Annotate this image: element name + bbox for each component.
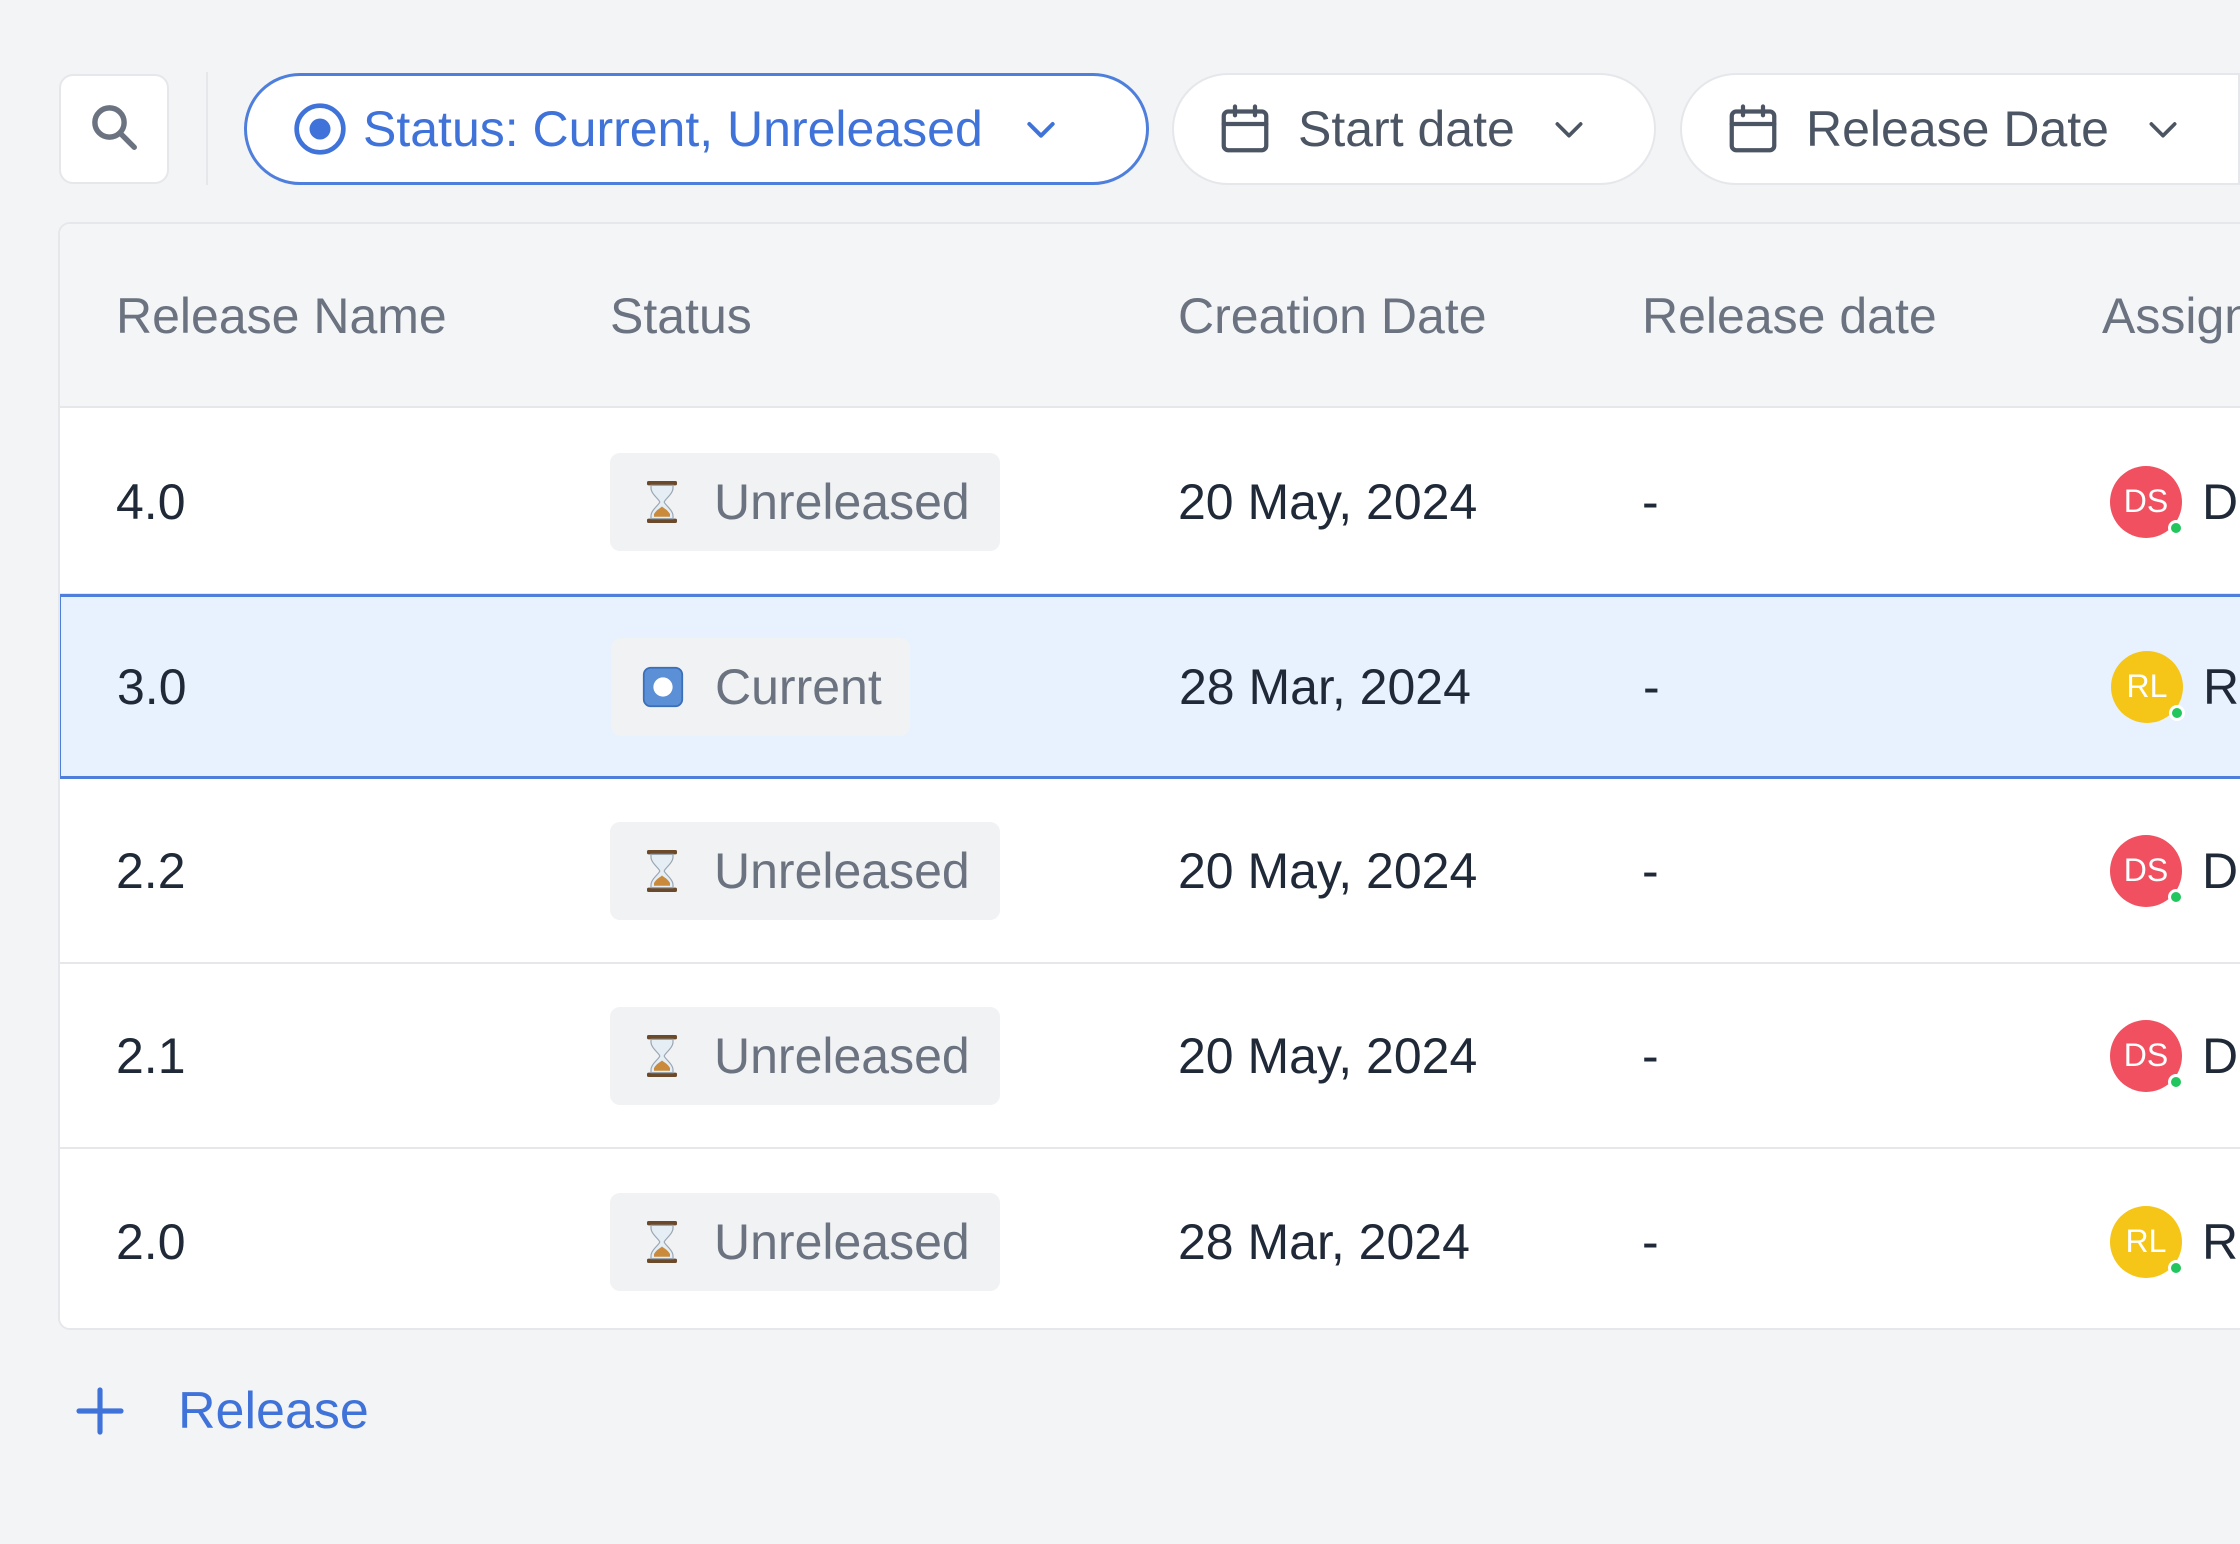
hourglass-icon <box>640 849 684 893</box>
release-name-cell: 3.0 <box>117 658 187 715</box>
calendar-icon <box>1212 99 1278 159</box>
release-name-cell: 2.2 <box>116 842 186 899</box>
status-badge[interactable]: Unreleased <box>610 452 1000 551</box>
status-badge[interactable]: Unreleased <box>610 821 1000 920</box>
status-cell: Unreleased <box>610 410 1000 593</box>
column-header-release-date[interactable]: Release date <box>1642 224 1937 408</box>
release-date-cell: - <box>1643 658 1660 715</box>
status-badge[interactable]: Current <box>611 637 910 736</box>
table-row[interactable]: 2.0 Unreleased 28 Mar, 2024 - RL R <box>60 1149 2240 1328</box>
release-date-filter-label: Release Date <box>1806 101 2109 157</box>
assignee-name: R <box>2202 1213 2239 1270</box>
hourglass-icon <box>640 480 684 524</box>
column-header-assignee[interactable]: Assign <box>2102 224 2240 408</box>
status-badge[interactable]: Unreleased <box>610 1006 1000 1105</box>
assignee-cell[interactable]: DS D <box>2110 964 2238 1147</box>
online-status-dot <box>2168 888 2184 905</box>
status-label: Unreleased <box>714 1027 970 1084</box>
chevron-down-icon <box>1549 109 1589 149</box>
assignee-name: R <box>2203 658 2240 715</box>
status-label: Current <box>715 658 882 715</box>
releases-view: Status: Current, Unreleased Start date R… <box>0 0 2240 1544</box>
online-status-dot <box>2168 1073 2184 1090</box>
calendar-icon <box>1720 99 1786 159</box>
status-cell: Unreleased <box>610 1149 1000 1328</box>
status-cell: Unreleased <box>610 779 1000 962</box>
assignee-name: D <box>2202 842 2239 899</box>
table-row[interactable]: 2.2 Unreleased 20 May, 2024 - DS D <box>60 779 2240 964</box>
assignee-cell[interactable]: RL R <box>2111 597 2239 776</box>
start-date-filter-label: Start date <box>1298 101 1515 157</box>
release-date-cell: - <box>1642 1027 1659 1084</box>
releases-table: Release Name Status Creation Date Releas… <box>58 222 2240 1330</box>
record-button-icon <box>641 665 685 709</box>
assignee-cell[interactable]: RL R <box>2110 1149 2239 1328</box>
creation-date-cell: 20 May, 2024 <box>1178 842 1478 899</box>
add-release-button[interactable]: Release <box>72 1376 369 1446</box>
avatar: DS <box>2110 834 2184 907</box>
table-row[interactable]: 4.0 Unreleased 20 May, 2024 - DS D <box>60 410 2240 595</box>
release-date-cell: - <box>1642 1213 1659 1270</box>
table-header: Release Name Status Creation Date Releas… <box>60 224 2240 408</box>
column-header-status[interactable]: Status <box>610 224 752 408</box>
status-label: Unreleased <box>714 1213 970 1270</box>
status-cell: Current <box>611 597 910 776</box>
creation-date-cell: 20 May, 2024 <box>1178 1027 1478 1084</box>
avatar-initials: DS <box>2123 483 2169 519</box>
avatar-initials: DS <box>2123 1037 2169 1073</box>
column-header-creation-date[interactable]: Creation Date <box>1178 224 1487 408</box>
chevron-down-icon <box>2143 109 2183 149</box>
add-release-label: Release <box>178 1382 369 1440</box>
hourglass-icon <box>640 1220 684 1264</box>
creation-date-cell: 28 Mar, 2024 <box>1178 1213 1470 1270</box>
avatar: DS <box>2110 1019 2184 1092</box>
release-date-cell: - <box>1642 842 1659 899</box>
assignee-cell[interactable]: DS D <box>2110 779 2238 962</box>
start-date-filter-chip[interactable]: Start date <box>1172 73 1656 185</box>
release-date-filter-chip[interactable]: Release Date <box>1680 73 2240 185</box>
hourglass-icon <box>640 1034 684 1078</box>
avatar-initials: RL <box>2125 1223 2167 1259</box>
avatar-initials: DS <box>2123 852 2169 888</box>
status-label: Unreleased <box>714 473 970 530</box>
online-status-dot <box>2168 1259 2184 1276</box>
status-filter-chip[interactable]: Status: Current, Unreleased <box>244 73 1149 185</box>
release-date-cell: - <box>1642 473 1659 530</box>
radio-target-icon <box>287 101 353 157</box>
assignee-cell[interactable]: DS D <box>2110 410 2238 593</box>
search-button[interactable] <box>59 74 169 184</box>
release-name-cell: 2.1 <box>116 1027 186 1084</box>
status-filter-label: Status: Current, Unreleased <box>363 101 983 157</box>
online-status-dot <box>2168 519 2184 536</box>
avatar-initials: RL <box>2126 668 2168 704</box>
release-name-cell: 2.0 <box>116 1213 186 1270</box>
search-icon <box>87 100 141 159</box>
avatar: DS <box>2110 465 2184 538</box>
creation-date-cell: 20 May, 2024 <box>1178 473 1478 530</box>
creation-date-cell: 28 Mar, 2024 <box>1179 658 1471 715</box>
table-row-selected[interactable]: 3.0 Current 28 Mar, 2024 - RL R <box>60 594 2240 779</box>
status-badge[interactable]: Unreleased <box>610 1192 1000 1291</box>
online-status-dot <box>2169 704 2185 721</box>
status-label: Unreleased <box>714 842 970 899</box>
avatar: RL <box>2111 650 2185 723</box>
assignee-name: D <box>2202 473 2239 530</box>
assignee-name: D <box>2202 1027 2239 1084</box>
avatar: RL <box>2110 1205 2184 1278</box>
plus-icon <box>72 1383 128 1439</box>
column-header-release-name[interactable]: Release Name <box>116 224 447 408</box>
table-row[interactable]: 2.1 Unreleased 20 May, 2024 - DS D <box>60 964 2240 1149</box>
toolbar-divider <box>206 72 208 185</box>
release-name-cell: 4.0 <box>116 473 186 530</box>
status-cell: Unreleased <box>610 964 1000 1147</box>
chevron-down-icon <box>1021 109 1061 149</box>
